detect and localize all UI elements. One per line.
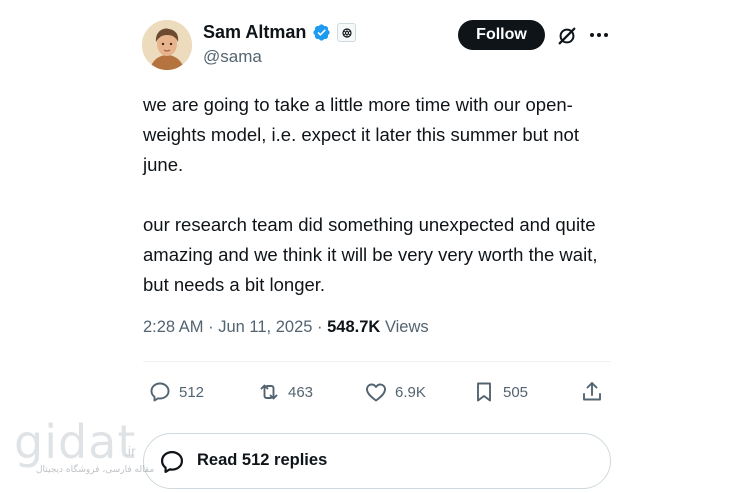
watermark-subtitle: مقاله فارسی، فروشگاه دیجیتال [36, 465, 155, 475]
reply-bubble-icon [160, 450, 184, 474]
heart-icon [366, 383, 386, 402]
read-replies-button[interactable]: Read 512 replies [143, 433, 611, 489]
author-name-row: Sam Altman [203, 22, 357, 43]
avatar-image [142, 20, 192, 70]
tweet-date[interactable]: Jun 11, 2025 [218, 318, 312, 336]
meta-separator: · [317, 318, 323, 336]
bookmark-icon [477, 382, 491, 402]
repost-count: 463 [288, 383, 314, 401]
tweet-page: Sam Altman @sama Follow we are going to … [0, 0, 740, 493]
watermark-domain: .ir [124, 443, 136, 459]
divider [143, 361, 611, 362]
tweet-body: we are going to take a little more time … [143, 90, 623, 330]
author-name[interactable]: Sam Altman [203, 22, 306, 43]
tweet-time[interactable]: 2:28 AM [143, 318, 204, 336]
watermark-word: gidat [14, 415, 137, 469]
bookmark-count: 505 [503, 383, 529, 401]
watermark-logo: gidat .ir مقاله فارسی، فروشگاه دیجیتال [12, 415, 162, 485]
tweet-paragraph: we are going to take a little more time … [143, 94, 579, 175]
share-icon [583, 382, 601, 401]
reply-icon [150, 382, 170, 402]
tweet-meta: 2:28 AM · Jun 11, 2025 · 548.7K Views [143, 318, 429, 337]
tweet-paragraph: our research team did something unexpect… [143, 214, 598, 295]
grok-icon[interactable] [556, 25, 578, 47]
avatar[interactable] [142, 20, 192, 70]
affiliation-badge-icon[interactable] [337, 23, 357, 42]
repost-button[interactable]: 463 [257, 380, 313, 404]
openai-logo-icon [342, 27, 352, 38]
action-bar: 512 463 6.9K 505 [0, 380, 740, 408]
reply-button[interactable]: 512 [148, 380, 204, 404]
views-label[interactable]: Views [385, 318, 429, 336]
follow-button[interactable]: Follow [458, 20, 545, 50]
views-count[interactable]: 548.7K [327, 318, 380, 336]
meta-separator: · [208, 318, 214, 336]
like-count: 6.9K [395, 383, 426, 401]
author-handle[interactable]: @sama [203, 47, 262, 67]
bookmark-button[interactable]: 505 [472, 380, 528, 404]
repost-icon [260, 384, 278, 400]
verified-badge-icon[interactable] [312, 23, 331, 42]
more-options-icon[interactable] [589, 30, 609, 40]
reply-count: 512 [179, 383, 205, 401]
read-replies-label: Read 512 replies [197, 451, 328, 469]
share-button[interactable] [580, 380, 604, 404]
like-button[interactable]: 6.9K [364, 380, 426, 404]
